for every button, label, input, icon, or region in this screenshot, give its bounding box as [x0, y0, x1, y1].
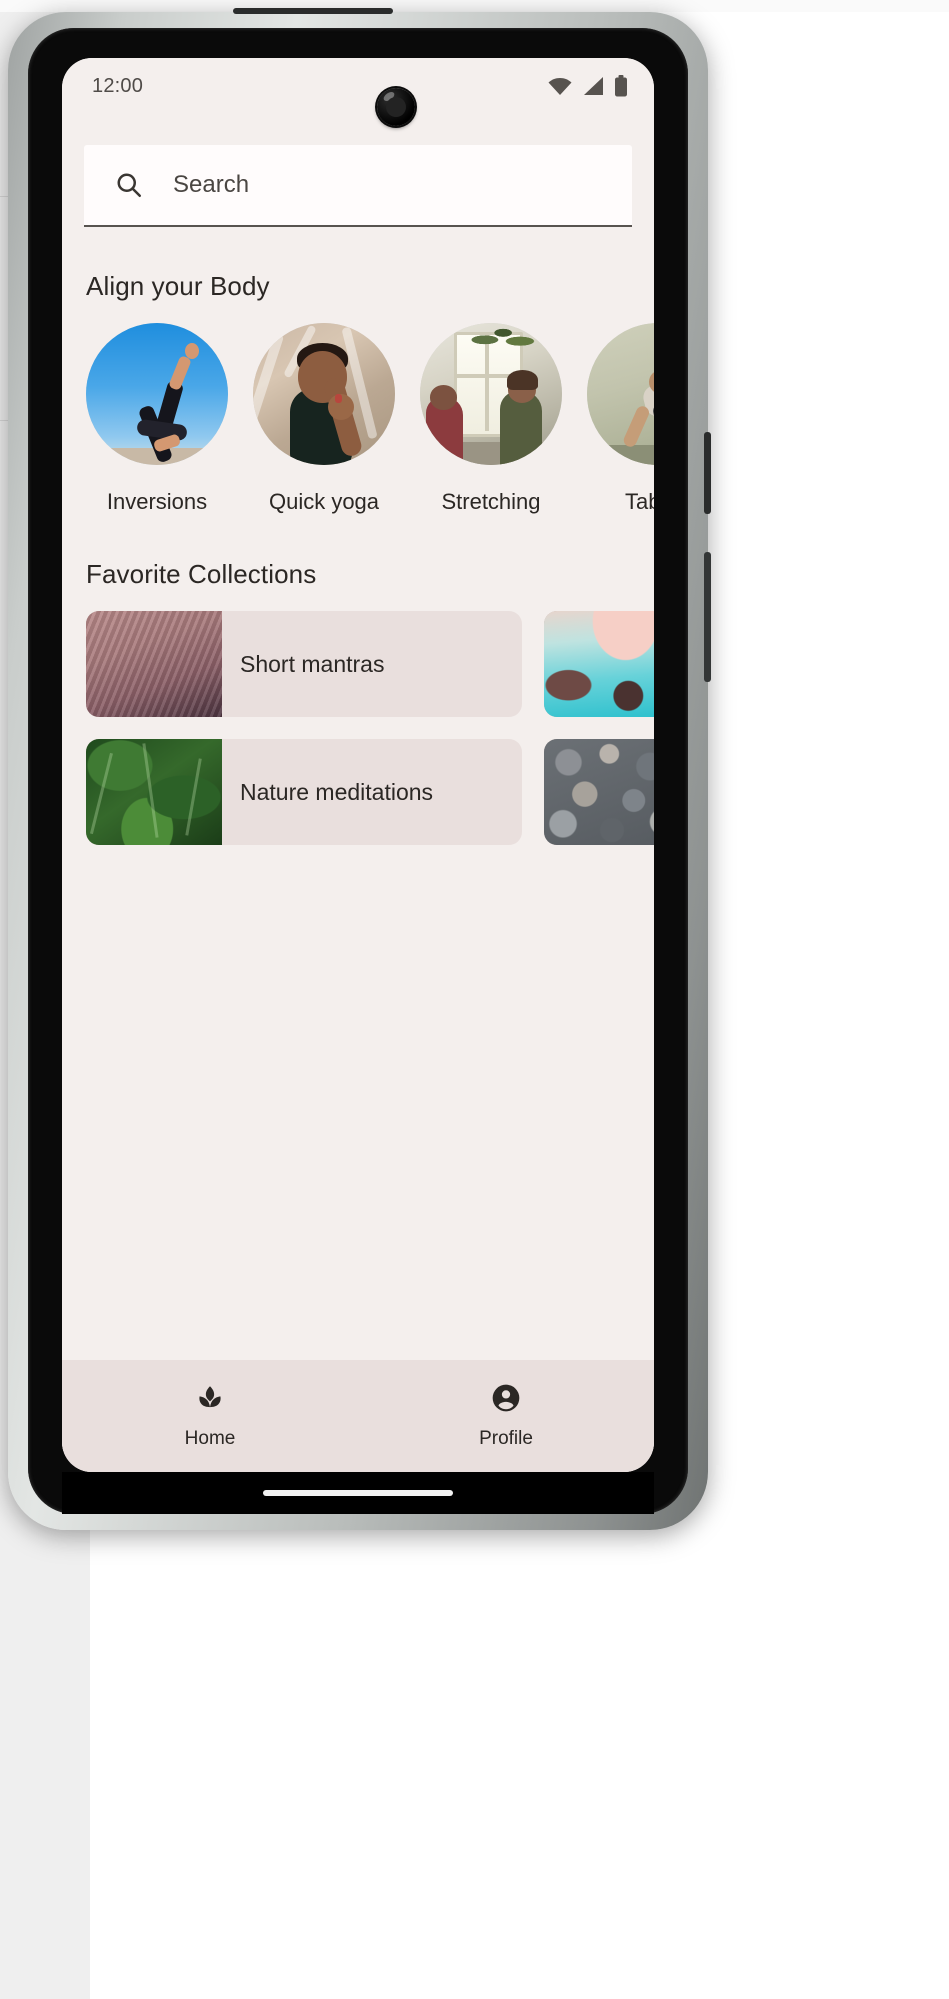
front-camera-punch-hole	[377, 88, 415, 126]
phone-screen: 12:00 Search Align your Body Inversions …	[62, 58, 654, 1472]
body-chip-image-tabata	[587, 323, 654, 465]
bottom-navigation-bar: Home Profile	[62, 1360, 654, 1472]
search-bar[interactable]	[84, 144, 632, 227]
screenshot-stage: 12:00 Search Align your Body Inversions …	[0, 0, 949, 1999]
nav-item-label: Profile	[479, 1428, 533, 1449]
section-title-favorite-collections: Favorite Collections	[86, 559, 317, 589]
home-gesture-bar[interactable]	[263, 1490, 453, 1496]
device-top-antenna-band	[233, 8, 393, 14]
body-chip-label: Inversions	[106, 489, 208, 514]
section-title-align-your-body: Align your Body	[86, 271, 270, 301]
favorite-card-image-short-mantras	[86, 611, 222, 717]
body-chip-image-stretching	[420, 323, 562, 465]
status-icon-group	[547, 75, 628, 97]
account-circle-icon	[490, 1382, 522, 1419]
status-bar: 12:00	[62, 58, 654, 114]
align-your-body-row[interactable]: Inversions Quick yoga Stretching Ta	[86, 323, 654, 515]
phone-device-frame: 12:00 Search Align your Body Inversions …	[8, 8, 711, 1530]
favorite-card-image-nature-meditations	[86, 739, 222, 845]
mysoothe-app: 12:00 Search Align your Body Inversions …	[62, 58, 654, 1472]
body-chip-label: Quick yoga	[268, 489, 380, 514]
body-chip-tabata[interactable]: Tabata	[587, 323, 654, 515]
nav-item-label: Home	[184, 1428, 236, 1449]
body-chip-image-quick-yoga	[253, 323, 395, 465]
body-chip-stretching[interactable]: Stretching	[420, 323, 562, 515]
phone-bezel: 12:00 Search Align your Body Inversions …	[28, 28, 688, 1514]
power-button[interactable]	[704, 432, 711, 514]
favorite-card-label: Nature meditations	[240, 778, 434, 805]
app-content: Align your Body Inve	[62, 114, 654, 1360]
favorite-card-image-self-massage	[544, 739, 654, 845]
favorite-card-short-mantras[interactable]: Short mantras	[86, 611, 522, 717]
status-clock: 12:00	[92, 74, 144, 97]
body-chip-image-inversions	[86, 323, 228, 465]
cellular-signal-icon	[584, 77, 603, 95]
favorite-collections-grid[interactable]: Short mantras Stretching	[86, 611, 654, 845]
body-chip-label: Tabata	[624, 489, 654, 514]
nav-item-home[interactable]: Home	[62, 1382, 358, 1450]
body-chip-quick-yoga[interactable]: Quick yoga	[253, 323, 395, 515]
search-input[interactable]	[171, 144, 632, 226]
favorite-card-image-stretching	[544, 611, 654, 717]
volume-button[interactable]	[704, 552, 711, 682]
favorite-card-label: Short mantras	[240, 650, 385, 677]
favorite-card-stretching[interactable]: Stretching	[544, 611, 654, 717]
system-gesture-area	[62, 1472, 654, 1514]
spa-lotus-icon	[194, 1382, 226, 1419]
favorite-card-self-massage[interactable]: Self massage	[544, 739, 654, 845]
nav-item-profile[interactable]: Profile	[358, 1382, 654, 1450]
battery-icon	[615, 75, 627, 97]
search-section	[84, 144, 632, 227]
body-chip-label: Stretching	[441, 489, 541, 514]
search-icon	[114, 170, 144, 200]
favorite-card-nature-meditations[interactable]: Nature meditations	[86, 739, 522, 845]
wifi-icon	[548, 78, 572, 95]
canvas-top-edge	[0, 0, 949, 12]
body-chip-inversions[interactable]: Inversions	[86, 323, 228, 515]
